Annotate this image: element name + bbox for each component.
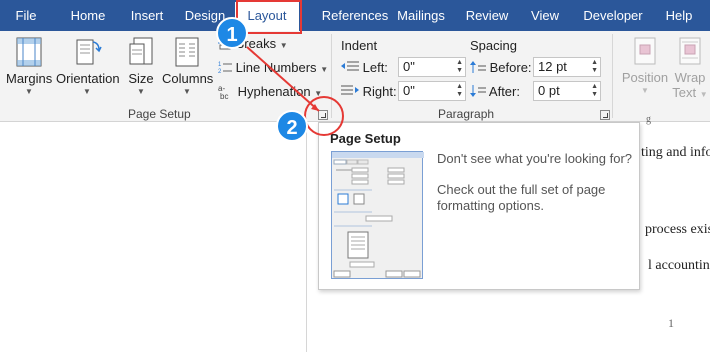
step-badge-1: 1 bbox=[216, 17, 248, 49]
step-badge-2: 2 bbox=[276, 110, 308, 142]
annotation-arrow bbox=[246, 46, 320, 112]
launcher-highlight bbox=[304, 96, 344, 136]
